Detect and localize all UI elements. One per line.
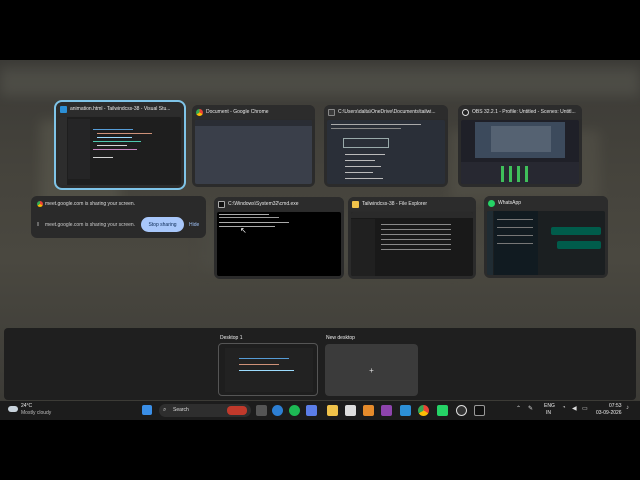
share-message: meet.google.com is sharing your screen.	[45, 222, 136, 228]
weather-desc[interactable]: Mostly cloudy	[21, 410, 51, 416]
window-title: Tailwindcss-38 - File Explorer	[362, 201, 428, 207]
window-card-whatsapp[interactable]: WhatsApp	[484, 196, 608, 278]
new-desktop-label: New desktop	[326, 335, 355, 341]
window-preview	[59, 117, 181, 185]
language-code[interactable]: ENG	[544, 403, 555, 409]
app-icon[interactable]	[306, 405, 317, 416]
windows-start-icon[interactable]	[142, 405, 152, 415]
window-card-terminal[interactable]: C:\Users\dalta\OneDrive\Documents\tailwi…	[324, 105, 448, 187]
screen-recording-frame: animation.html - Tailwindcss-38 - Visual…	[0, 0, 640, 480]
virtual-desktops-bar: Desktop 1 New desktop +	[4, 328, 636, 400]
window-preview	[487, 211, 605, 275]
window-title: C:\Users\dalta\OneDrive\Documents\tailwi…	[338, 109, 436, 115]
terminal-icon	[328, 108, 335, 116]
edge-icon[interactable]	[272, 405, 283, 416]
window-title: animation.html - Tailwindcss-38 - Visual…	[70, 106, 171, 112]
window-preview	[217, 212, 341, 276]
obs-icon[interactable]	[456, 405, 467, 416]
weather-temp[interactable]: 24°C	[21, 403, 32, 409]
window-preview	[351, 212, 473, 276]
search-icon: ⌕	[163, 407, 167, 413]
notification-bell-icon[interactable]: ♪	[626, 405, 629, 411]
spotify-icon[interactable]	[289, 405, 300, 416]
app-icon[interactable]	[381, 405, 392, 416]
cmd-icon	[218, 200, 225, 208]
whatsapp-icon[interactable]	[437, 405, 448, 416]
stop-sharing-button[interactable]: Stop sharing	[141, 217, 184, 232]
chrome-icon	[37, 201, 43, 207]
desktop-1-thumbnail[interactable]	[218, 343, 318, 396]
vscode-icon	[60, 105, 67, 113]
clock-time[interactable]: 07:53	[609, 403, 622, 409]
vscode-icon[interactable]	[400, 405, 411, 416]
obs-icon	[462, 108, 469, 116]
window-preview	[461, 120, 579, 184]
wifi-icon[interactable]: ◔	[562, 405, 566, 411]
pause-icon: ‖	[37, 222, 40, 228]
window-title-bar: animation.html - Tailwindcss-38 - Visual…	[56, 102, 184, 116]
window-title-bar: C:\Users\dalta\OneDrive\Documents\tailwi…	[324, 105, 448, 119]
window-card-vscode[interactable]: animation.html - Tailwindcss-38 - Visual…	[54, 100, 186, 190]
language-region[interactable]: IN	[546, 410, 551, 416]
taskbar: 24°C Mostly cloudy ⌕ Search ⌃ ✎ ENG IN ◔…	[0, 401, 640, 420]
sublime-icon[interactable]	[363, 405, 374, 416]
window-card-cmd[interactable]: C:\Windows\System32\cmd.exe	[214, 197, 344, 279]
window-title-bar: WhatsApp	[484, 196, 608, 210]
desktop-1-label: Desktop 1	[220, 335, 243, 341]
whatsapp-icon	[488, 199, 495, 207]
window-preview	[327, 120, 445, 184]
screen-share-notification: meet.google.com is sharing your screen. …	[31, 196, 206, 238]
window-title-bar: Document - Google Chrome	[192, 105, 315, 119]
window-title-bar: Tailwindcss-38 - File Explorer	[348, 197, 476, 211]
store-icon[interactable]	[345, 405, 356, 416]
window-card-chrome[interactable]: Document - Google Chrome	[192, 105, 315, 187]
chevron-up-icon[interactable]: ⌃	[516, 405, 521, 412]
window-title: WhatsApp	[498, 200, 522, 206]
window-preview	[195, 120, 312, 184]
mouse-cursor: ↖	[240, 226, 247, 235]
plus-icon: +	[369, 365, 374, 375]
search-highlight-icon	[227, 406, 247, 415]
share-window-title: meet.google.com is sharing your screen.	[45, 201, 136, 207]
hide-link[interactable]: Hide	[189, 222, 199, 228]
volume-icon[interactable]: ◀	[572, 405, 577, 412]
file-explorer-icon[interactable]	[327, 405, 338, 416]
chrome-icon	[196, 108, 203, 116]
terminal-icon[interactable]	[474, 405, 485, 416]
window-title: OBS 32.2.1 - Profile: Untitled - Scenes:…	[472, 109, 576, 115]
new-desktop-button[interactable]: +	[325, 344, 418, 396]
chrome-icon[interactable]	[418, 405, 429, 416]
window-card-obs[interactable]: OBS 32.2.1 - Profile: Untitled - Scenes:…	[458, 105, 582, 187]
window-card-file-explorer[interactable]: Tailwindcss-38 - File Explorer	[348, 197, 476, 279]
cloud-icon[interactable]	[8, 406, 18, 412]
search-label: Search	[173, 407, 189, 413]
folder-icon	[352, 200, 359, 208]
search-box[interactable]: ⌕ Search	[159, 404, 251, 417]
window-title-bar: C:\Windows\System32\cmd.exe	[214, 197, 344, 211]
clock-date[interactable]: 03-09-2026	[596, 410, 622, 416]
task-view-icon[interactable]	[256, 405, 267, 416]
window-title: Document - Google Chrome	[206, 109, 269, 115]
task-view: animation.html - Tailwindcss-38 - Visual…	[0, 60, 640, 420]
pen-icon[interactable]: ✎	[528, 405, 533, 412]
window-title: C:\Windows\System32\cmd.exe	[228, 201, 299, 207]
window-title-bar: OBS 32.2.1 - Profile: Untitled - Scenes:…	[458, 105, 582, 119]
battery-icon[interactable]: ▭	[582, 405, 588, 412]
